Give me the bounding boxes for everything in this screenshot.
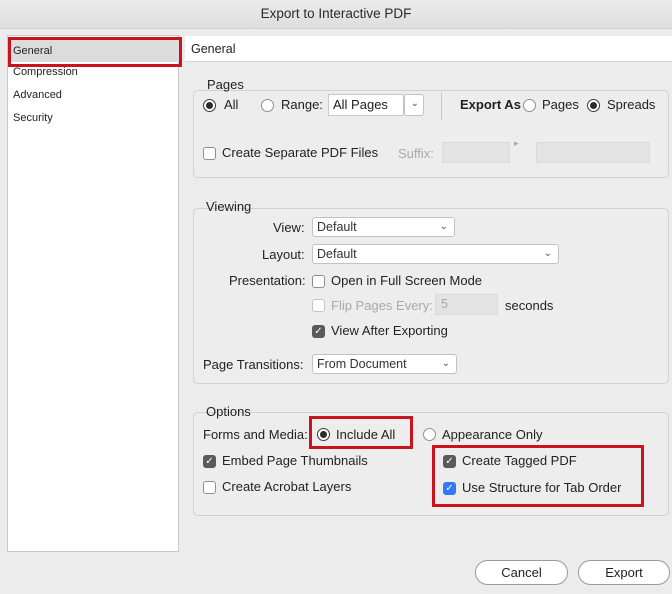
layout-select-value: Default	[317, 247, 357, 261]
range-radio[interactable]	[261, 99, 274, 112]
all-pages-radio[interactable]	[203, 99, 216, 112]
options-group-title: Options	[206, 404, 251, 419]
view-label: View:	[273, 220, 305, 235]
chevron-down-icon: ⌄	[441, 358, 450, 369]
acrobat-layers-checkbox[interactable]	[203, 481, 216, 494]
acrobat-layers-label: Create Acrobat Layers	[222, 479, 352, 494]
viewing-group-title: Viewing	[206, 199, 252, 214]
suffix-preview-field	[536, 142, 650, 163]
sidebar-item-advanced[interactable]: Advanced	[13, 89, 62, 101]
export-as-pages-label: Pages	[542, 97, 579, 112]
seconds-label: seconds	[505, 298, 554, 313]
view-select[interactable]: Default ⌄	[312, 217, 455, 237]
full-screen-label: Open in Full Screen Mode	[331, 273, 483, 288]
section-title: General	[185, 36, 672, 62]
view-after-exporting-checkbox[interactable]: ✓	[312, 325, 325, 338]
page-transitions-value: From Document	[317, 357, 407, 371]
suffix-label: Suffix:	[398, 146, 434, 161]
embed-thumbnails-label: Embed Page Thumbnails	[222, 453, 368, 468]
layout-select[interactable]: Default ⌄	[312, 244, 559, 264]
sidebar-item-general[interactable]: General	[8, 40, 180, 62]
view-after-exporting-label: View After Exporting	[331, 323, 448, 338]
suffix-input[interactable]	[442, 142, 510, 163]
export-as-pages-radio[interactable]	[523, 99, 536, 112]
page-transitions-select[interactable]: From Document ⌄	[312, 354, 457, 374]
export-as-label: Export As	[460, 97, 521, 112]
presentation-label: Presentation:	[229, 273, 306, 288]
sidebar-item-security[interactable]: Security	[13, 112, 53, 124]
appearance-only-radio[interactable]	[423, 428, 436, 441]
layout-label: Layout:	[262, 247, 305, 262]
export-dialog: Export to Interactive PDF General Compre…	[0, 0, 672, 594]
include-all-radio[interactable]	[317, 428, 330, 441]
create-separate-pdf-checkbox[interactable]	[203, 147, 216, 160]
use-structure-tab-order-label: Use Structure for Tab Order	[462, 480, 622, 495]
export-button[interactable]: Export	[578, 560, 670, 585]
window-title: Export to Interactive PDF	[0, 0, 672, 29]
create-tagged-pdf-label: Create Tagged PDF	[462, 453, 577, 468]
page-transitions-label: Page Transitions:	[203, 357, 304, 372]
pages-group-title: Pages	[207, 77, 244, 92]
cancel-button[interactable]: Cancel	[475, 560, 568, 585]
create-separate-pdf-label: Create Separate PDF Files	[222, 145, 379, 160]
all-pages-label: All	[224, 97, 239, 112]
range-label: Range:	[281, 97, 323, 112]
flip-pages-label: Flip Pages Every:	[331, 298, 433, 313]
full-screen-checkbox[interactable]	[312, 275, 325, 288]
flip-pages-input[interactable]: 5	[435, 294, 498, 315]
export-as-spreads-label: Spreads	[607, 97, 656, 112]
export-as-spreads-radio[interactable]	[587, 99, 600, 112]
pages-divider	[441, 92, 442, 120]
forms-media-label: Forms and Media:	[203, 427, 308, 442]
chevron-down-icon: ⌄	[543, 248, 552, 259]
embed-thumbnails-checkbox[interactable]: ✓	[203, 455, 216, 468]
range-dropdown-button[interactable]: ⌄	[404, 94, 424, 116]
flip-pages-checkbox[interactable]	[312, 299, 325, 312]
chevron-down-icon: ⌄	[410, 98, 419, 109]
use-structure-tab-order-checkbox[interactable]: ✓	[443, 482, 456, 495]
arrow-right-icon: ▸	[514, 138, 519, 148]
sidebar-item-compression[interactable]: Compression	[13, 66, 78, 78]
appearance-only-label: Appearance Only	[442, 427, 543, 442]
range-input[interactable]: All Pages	[328, 94, 404, 116]
chevron-down-icon: ⌄	[439, 221, 448, 232]
include-all-label: Include All	[336, 427, 396, 442]
view-select-value: Default	[317, 220, 357, 234]
create-tagged-pdf-checkbox[interactable]: ✓	[443, 455, 456, 468]
sidebar: General Compression Advanced Security	[7, 35, 180, 552]
